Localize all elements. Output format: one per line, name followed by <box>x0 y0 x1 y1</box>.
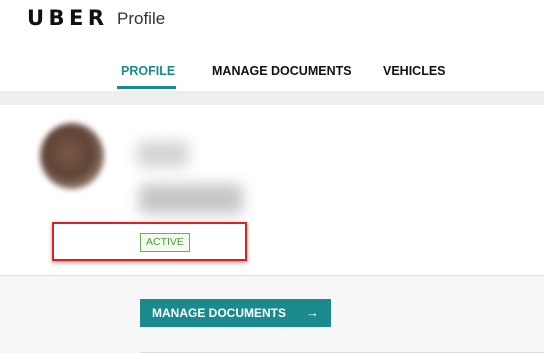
blurred-name <box>137 141 189 167</box>
tab-vehicles[interactable]: VEHICLES <box>383 64 446 78</box>
manage-documents-label: MANAGE DOCUMENTS <box>152 306 286 320</box>
blurred-details <box>139 184 243 214</box>
uber-logo[interactable]: UBER <box>27 6 109 30</box>
section-divider <box>0 91 544 105</box>
tab-manage-documents[interactable]: MANAGE DOCUMENTS <box>212 64 352 78</box>
tab-profile[interactable]: PROFILE <box>121 64 175 78</box>
page-title: Profile <box>117 9 166 28</box>
status-badge: ACTIVE <box>140 233 190 252</box>
active-tab-indicator <box>117 86 176 89</box>
manage-documents-button[interactable]: MANAGE DOCUMENTS → <box>140 299 331 327</box>
profile-tabs: PROFILE MANAGE DOCUMENTS VEHICLES <box>0 64 544 91</box>
avatar <box>40 123 104 189</box>
arrow-right-icon: → <box>306 305 319 320</box>
